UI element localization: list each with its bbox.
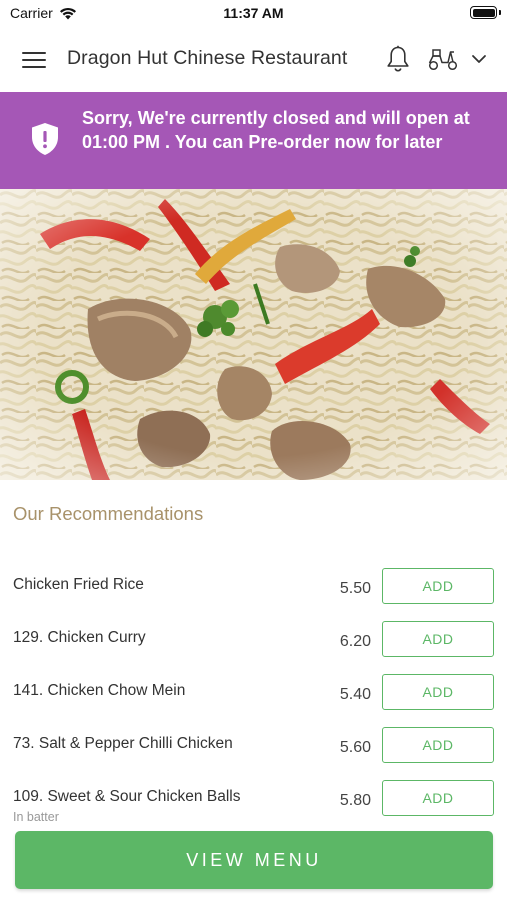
item-price: 5.40 bbox=[339, 686, 371, 703]
add-button[interactable]: ADD bbox=[382, 621, 494, 657]
battery-tip bbox=[499, 10, 501, 15]
shield-alert-icon bbox=[32, 123, 58, 155]
status-bar: Carrier 11:37 AM bbox=[0, 0, 507, 26]
page-title: Dragon Hut Chinese Restaurant bbox=[67, 47, 348, 69]
list-item: 109. Sweet & Sour Chicken Balls In batte… bbox=[0, 780, 507, 833]
item-price: 5.50 bbox=[339, 580, 371, 597]
item-price: 5.80 bbox=[339, 792, 371, 809]
status-time: 11:37 AM bbox=[223, 5, 284, 21]
closed-message: Sorry, We're currently closed and will o… bbox=[82, 108, 470, 152]
item-subtitle: In batter bbox=[13, 810, 59, 824]
closed-banner: Sorry, We're currently closed and will o… bbox=[0, 92, 507, 189]
add-button[interactable]: ADD bbox=[382, 568, 494, 604]
hero-food-image bbox=[0, 189, 507, 480]
battery-icon bbox=[470, 6, 497, 19]
item-name: 129. Chicken Curry bbox=[13, 629, 146, 646]
list-item: 73. Salt & Pepper Chilli Chicken 5.60 AD… bbox=[0, 727, 507, 780]
add-button[interactable]: ADD bbox=[382, 727, 494, 763]
view-menu-button[interactable]: VIEW MENU bbox=[15, 831, 493, 889]
menu-icon[interactable] bbox=[22, 52, 46, 70]
item-name: 109. Sweet & Sour Chicken Balls bbox=[13, 788, 241, 805]
item-price: 5.60 bbox=[339, 739, 371, 756]
list-item: 141. Chicken Chow Mein 5.40 ADD bbox=[0, 674, 507, 727]
list-item: 129. Chicken Curry 6.20 ADD bbox=[0, 621, 507, 674]
app-header: Dragon Hut Chinese Restaurant bbox=[0, 26, 507, 92]
noodle-illustration bbox=[0, 189, 507, 480]
section-title: Our Recommendations bbox=[13, 503, 204, 524]
item-name: Chicken Fried Rice bbox=[13, 576, 144, 593]
add-button[interactable]: ADD bbox=[382, 780, 494, 816]
chevron-down-icon[interactable] bbox=[470, 52, 488, 66]
scooter-icon[interactable] bbox=[427, 46, 459, 72]
item-name: 141. Chicken Chow Mein bbox=[13, 682, 186, 699]
bell-icon[interactable] bbox=[385, 45, 411, 73]
add-button[interactable]: ADD bbox=[382, 674, 494, 710]
item-name: 73. Salt & Pepper Chilli Chicken bbox=[13, 735, 233, 752]
list-item: Chicken Fried Rice 5.50 ADD bbox=[0, 568, 507, 621]
item-price: 6.20 bbox=[339, 633, 371, 650]
